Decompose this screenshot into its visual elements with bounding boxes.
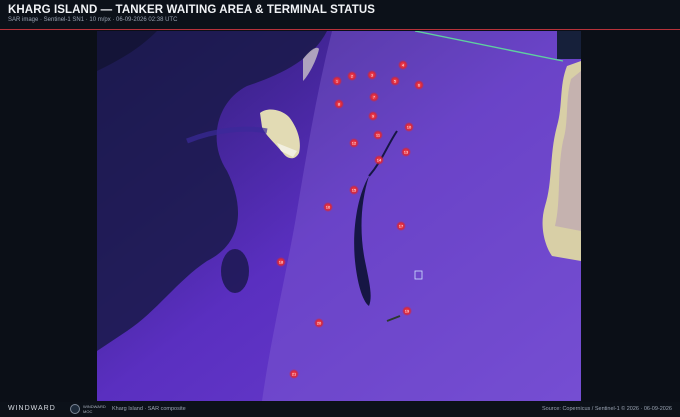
tanker-19[interactable]: 19 xyxy=(402,306,412,316)
tanker-9[interactable]: 9 xyxy=(368,111,378,121)
tanker-label: 10 xyxy=(407,124,412,129)
tanker-label: 16 xyxy=(326,204,331,209)
page-title: KHARG ISLAND — TANKER WAITING AREA & TER… xyxy=(8,4,376,16)
tanker-20[interactable]: 20 xyxy=(314,318,324,328)
tanker-18[interactable]: 18 xyxy=(276,257,286,267)
tanker-3[interactable]: 3 xyxy=(367,70,377,80)
tanker-label: 13 xyxy=(404,149,409,154)
tanker-4[interactable]: 4 xyxy=(398,60,408,70)
tanker-1[interactable]: 1 xyxy=(332,76,342,86)
tanker-label: 15 xyxy=(352,187,357,192)
footer-caption: Kharg Island · SAR composite xyxy=(112,406,186,412)
tanker-11[interactable]: 11 xyxy=(373,130,383,140)
tanker-2[interactable]: 2 xyxy=(347,71,357,81)
no-data-corner xyxy=(557,31,581,59)
tanker-5[interactable]: 5 xyxy=(390,76,400,86)
partner-seal-icon xyxy=(70,404,80,414)
tanker-16[interactable]: 16 xyxy=(323,202,333,212)
sar-map-canvas[interactable]: 1 2 3 4 5 6 7 8 9 10 11 12 13 14 15 16 1… xyxy=(97,31,581,401)
tanker-17[interactable]: 17 xyxy=(396,221,406,231)
tanker-7[interactable]: 7 xyxy=(369,92,379,102)
tanker-10[interactable]: 10 xyxy=(404,122,414,132)
dark-patch-southwest xyxy=(221,249,249,293)
tanker-label: 21 xyxy=(292,371,297,376)
image-metadata: SAR image · Sentinel-1 SN1 · 10 m/px · 0… xyxy=(8,17,178,23)
partner-name: WINDWARD MOC xyxy=(83,404,106,414)
tanker-label: 19 xyxy=(405,308,410,313)
brand-logo: WINDWARD xyxy=(8,405,56,412)
header-bar: KHARG ISLAND — TANKER WAITING AREA & TER… xyxy=(0,0,680,30)
tanker-12[interactable]: 12 xyxy=(349,138,359,148)
tanker-label: 12 xyxy=(352,140,357,145)
tanker-14[interactable]: 14 xyxy=(374,155,384,165)
footer-bar: WINDWARD WINDWARD MOC Kharg Island · SAR… xyxy=(0,402,680,417)
tanker-label: 14 xyxy=(377,157,382,162)
tanker-label: 17 xyxy=(399,223,404,228)
tanker-13[interactable]: 13 xyxy=(401,147,411,157)
source-attribution: Source: Copernicus / Sentinel-1 © 2026 ·… xyxy=(541,406,672,412)
tanker-label: 18 xyxy=(279,259,284,264)
tanker-8[interactable]: 8 xyxy=(334,99,344,109)
partner-name-line2: MOC xyxy=(83,409,93,414)
tanker-21[interactable]: 21 xyxy=(289,369,299,379)
tanker-label: 20 xyxy=(317,320,322,325)
tanker-15[interactable]: 15 xyxy=(349,185,359,195)
tanker-6[interactable]: 6 xyxy=(414,80,424,90)
sar-map-view[interactable]: 1 2 3 4 5 6 7 8 9 10 11 12 13 14 15 16 1… xyxy=(97,31,581,401)
